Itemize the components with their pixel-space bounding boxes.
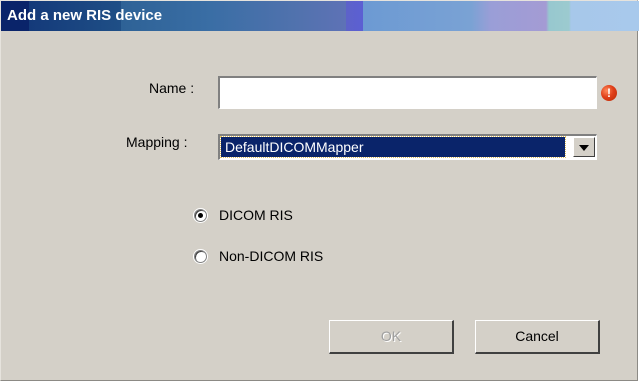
title-bar[interactable]: Add a new RIS device	[1, 1, 639, 31]
dialog-title: Add a new RIS device	[7, 7, 163, 24]
radio-non-dicom-ris[interactable]	[194, 250, 207, 263]
name-input[interactable]	[218, 76, 597, 109]
mapping-dropdown[interactable]: DefaultDICOMMapper	[218, 134, 597, 160]
ok-button[interactable]: OK	[329, 320, 454, 354]
chevron-down-icon	[579, 145, 589, 151]
name-label: Name :	[149, 80, 195, 96]
add-ris-device-dialog: Add a new RIS device Name : ! Mapping : …	[0, 0, 639, 381]
mapping-label: Mapping :	[126, 134, 188, 150]
radio-non-dicom-ris-label[interactable]: Non-DICOM RIS	[219, 248, 323, 264]
radio-dicom-ris[interactable]	[194, 209, 207, 222]
mapping-selected-value: DefaultDICOMMapper	[220, 136, 566, 158]
warning-icon: !	[601, 85, 617, 101]
radio-dicom-ris-label[interactable]: DICOM RIS	[219, 207, 293, 223]
cancel-button[interactable]: Cancel	[475, 320, 600, 354]
dropdown-button[interactable]	[573, 137, 595, 157]
